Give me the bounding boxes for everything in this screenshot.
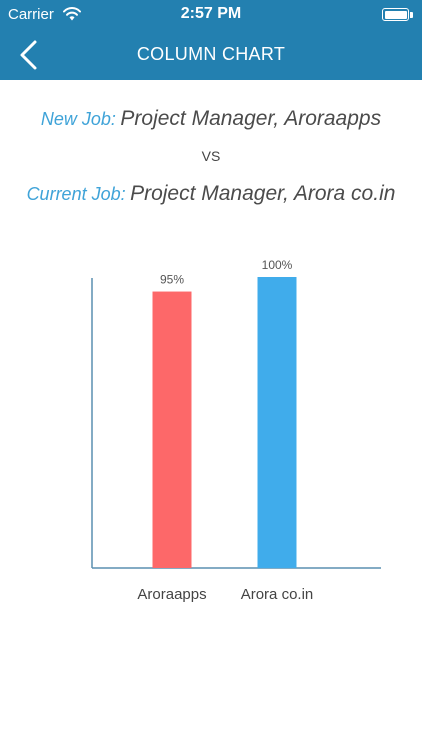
status-bar: Carrier 2:57 PM	[0, 0, 422, 31]
battery-icon	[382, 8, 409, 21]
status-time: 2:57 PM	[180, 5, 242, 22]
current-job-line: Current Job: Project Manager, Arora co.i…	[0, 182, 422, 206]
current-job-value: Project Manager, Arora co.in	[130, 182, 396, 205]
bar-1	[152, 291, 192, 568]
nav-bar: COLUMN CHART	[0, 31, 422, 80]
data-label-2: 100%	[262, 258, 293, 272]
data-label-1: 95%	[160, 273, 184, 287]
category-label-1: Aroraapps	[137, 586, 206, 603]
new-job-value: Project Manager, Aroraapps	[120, 107, 382, 130]
new-job-label: New Job:	[40, 109, 116, 129]
bar-2	[257, 277, 297, 568]
vs-text: VS	[201, 148, 221, 164]
page-title: COLUMN CHART	[136, 44, 286, 64]
column-chart: 95% Aroraapps 100% Arora co.in	[91, 258, 381, 603]
current-job-label: Current Job:	[26, 184, 126, 204]
battery-cap	[410, 12, 413, 18]
category-label-2: Arora co.in	[241, 586, 314, 603]
new-job-line: New Job: Project Manager, Aroraapps	[0, 107, 422, 131]
